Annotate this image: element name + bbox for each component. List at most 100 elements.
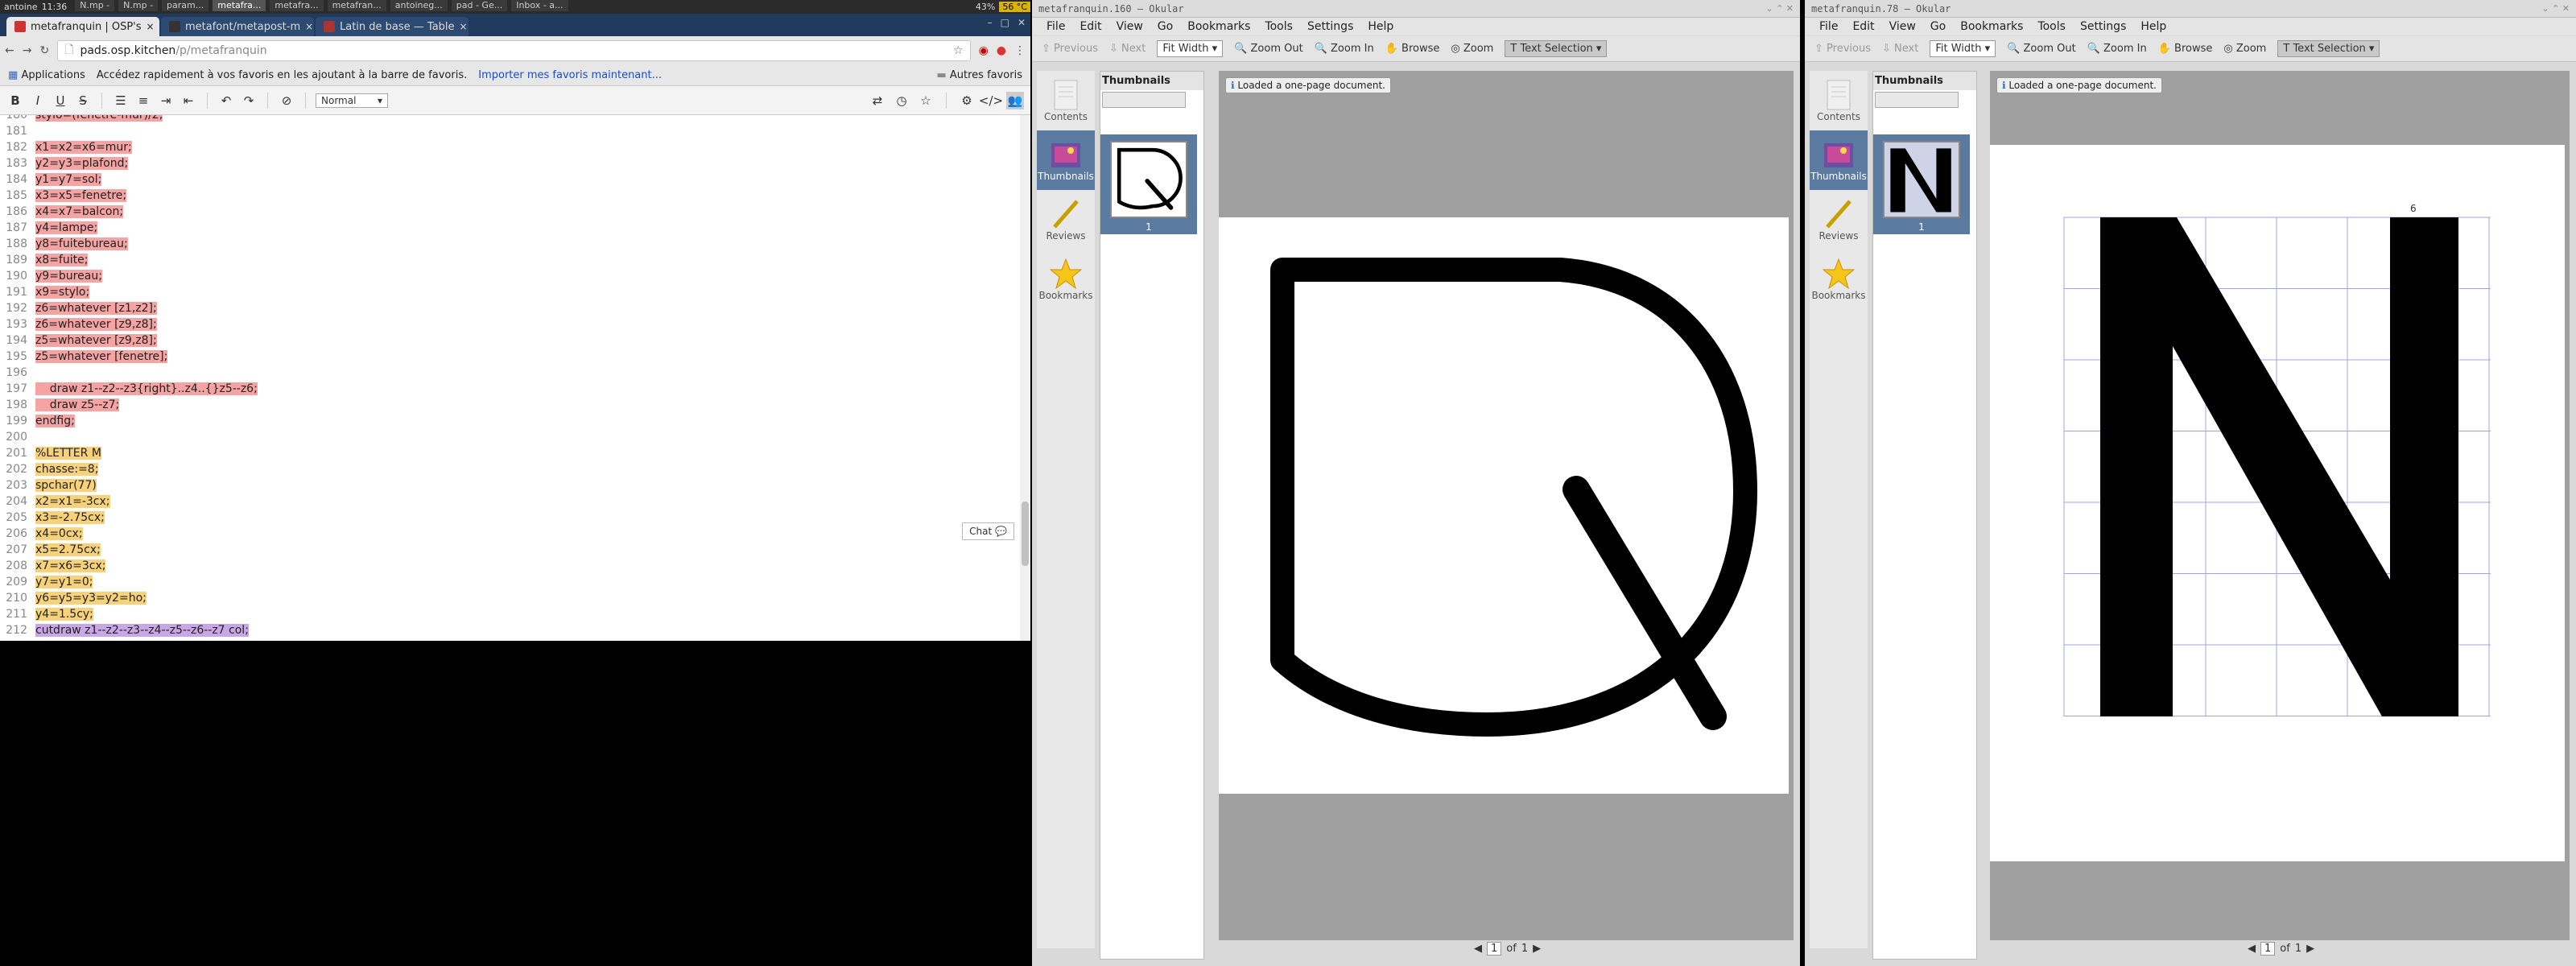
menu-item[interactable]: File — [1046, 20, 1065, 33]
taskbar-item[interactable]: antoineg... — [390, 0, 448, 11]
browser-tab[interactable]: metafranquin | OSP's × — [6, 17, 159, 36]
opera-icon[interactable]: ◉ — [979, 44, 989, 57]
menu-item[interactable]: Settings — [1307, 20, 1353, 33]
indent-icon[interactable]: ⇥ — [157, 92, 175, 109]
prev-page-icon[interactable]: ◀ — [2248, 943, 2256, 955]
taskbar-item[interactable]: N.mp - — [75, 0, 115, 11]
browse-button[interactable]: ✋ Browse — [1385, 43, 1440, 55]
zoom-tool-button[interactable]: ◎ Zoom — [1451, 43, 1493, 55]
code-line[interactable]: 197 draw z1--z2--z3{right}..z4..{}z5--z6… — [0, 381, 1020, 397]
strikethrough-button[interactable]: S — [74, 92, 92, 109]
redo-icon[interactable]: ↷ — [240, 92, 258, 109]
code-line[interactable]: 196 — [0, 365, 1020, 381]
clear-authorship-icon[interactable]: ⊘ — [278, 92, 295, 109]
menu-item[interactable]: View — [1889, 20, 1916, 33]
code-line[interactable]: 184 y1=y7=sol; — [0, 171, 1020, 188]
menu-icon[interactable]: ⋮ — [1014, 44, 1026, 57]
code-line[interactable]: 206 x4=0cx; — [0, 526, 1020, 542]
maximize-icon[interactable]: ⌃ — [1776, 3, 1783, 14]
document-view[interactable]: ℹ Loaded a one-page document. — [1219, 71, 1794, 940]
bold-button[interactable]: B — [6, 92, 24, 109]
timeslider-icon[interactable]: ◷ — [893, 92, 910, 109]
extension-icon[interactable]: ● — [997, 44, 1006, 57]
code-line[interactable]: 183 y2=y3=plafond; — [0, 155, 1020, 171]
taskbar-item[interactable]: Inbox - a... — [511, 0, 568, 11]
code-line[interactable]: 212 cutdraw z1--z2--z3--z4--z5--z6--z7 co… — [0, 622, 1020, 638]
code-line[interactable]: 209 y7=y1=0; — [0, 574, 1020, 590]
sidebar-item-reviews[interactable]: Reviews — [1037, 190, 1095, 250]
text-selection-button[interactable]: T Text Selection ▾ — [1505, 40, 1608, 57]
sidebar-item-contents[interactable]: Contents — [1810, 71, 1868, 130]
page-number-input[interactable]: 1 — [1487, 942, 1502, 956]
next-button[interactable]: ⇩ Next — [1109, 43, 1146, 55]
text-selection-button[interactable]: T Text Selection ▾ — [2277, 40, 2380, 57]
code-line[interactable]: 207 x5=2.75cx; — [0, 542, 1020, 558]
code-line[interactable]: 185 x3=x5=fenetre; — [0, 188, 1020, 204]
code-line[interactable]: 189 x8=fuite; — [0, 252, 1020, 268]
next-page-icon[interactable]: ▶ — [2306, 943, 2314, 955]
taskbar-item[interactable]: metafra... — [213, 0, 266, 11]
thumbnail-search-input[interactable] — [1875, 92, 1959, 108]
zoom-tool-button[interactable]: ◎ Zoom — [2223, 43, 2266, 55]
browse-button[interactable]: ✋ Browse — [2158, 43, 2213, 55]
tab-close-icon[interactable]: × — [147, 21, 155, 32]
pad-editor[interactable]: 180 stylo=(fenetre-mur)/2; 181 182 x1=x2=x6=… — [0, 115, 1020, 641]
zoom-out-button[interactable]: 🔍 Zoom Out — [1234, 43, 1303, 55]
browser-tab[interactable]: metafont/metapost-m × — [161, 17, 314, 36]
zoom-in-button[interactable]: 🔍 Zoom In — [1315, 43, 1374, 55]
taskbar-item[interactable]: param... — [162, 0, 209, 11]
code-line[interactable]: 210 y6=y5=y3=y2=ho; — [0, 590, 1020, 606]
code-line[interactable]: 201 %LETTER M — [0, 445, 1020, 461]
import-bookmarks-link[interactable]: Importer mes favoris maintenant... — [478, 69, 662, 81]
code-line[interactable]: 204 x2=x1=-3cx; — [0, 493, 1020, 510]
code-line[interactable]: 187 y4=lampe; — [0, 220, 1020, 236]
chat-button[interactable]: Chat 💬 — [962, 522, 1014, 540]
zoom-in-button[interactable]: 🔍 Zoom In — [2087, 43, 2147, 55]
tab-close-icon[interactable]: × — [305, 21, 313, 32]
browser-tab[interactable]: Latin de base — Table × — [316, 17, 469, 36]
editor-scrollbar[interactable] — [1020, 115, 1030, 641]
thumbnail-item[interactable]: 1 — [1873, 134, 1970, 234]
italic-button[interactable]: I — [29, 92, 47, 109]
import-export-icon[interactable]: ⇄ — [869, 92, 886, 109]
minimize-icon[interactable]: – — [988, 17, 993, 28]
apps-link[interactable]: ▦ Applications — [8, 69, 85, 81]
code-line[interactable]: 211 y4=1.5cy; — [0, 606, 1020, 622]
next-button[interactable]: ⇩ Next — [1882, 43, 1918, 55]
thumbnail-item[interactable]: 1 — [1100, 134, 1197, 234]
maximize-icon[interactable]: ⌃ — [2552, 3, 2559, 14]
sidebar-item-reviews[interactable]: Reviews — [1810, 190, 1868, 250]
menu-item[interactable]: Bookmarks — [1187, 20, 1250, 33]
menu-item[interactable]: Help — [2140, 20, 2166, 33]
maximize-icon[interactable]: □ — [1001, 17, 1009, 28]
next-page-icon[interactable]: ▶ — [1533, 943, 1541, 955]
code-line[interactable]: 203 spchar(77) — [0, 477, 1020, 493]
underline-button[interactable]: U — [52, 92, 69, 109]
close-icon[interactable]: ✕ — [1786, 3, 1794, 14]
previous-button[interactable]: ⇧ Previous — [1814, 43, 1871, 55]
address-bar[interactable]: 🗋 pads.osp.kitchen/p/metafranquin ☆ — [57, 40, 971, 61]
other-bookmarks[interactable]: ▬ Autres favoris — [936, 69, 1022, 81]
scrollbar-thumb[interactable] — [1022, 502, 1029, 566]
code-line[interactable]: 199 endfig; — [0, 413, 1020, 429]
menu-item[interactable]: Settings — [2080, 20, 2126, 33]
menu-item[interactable]: Edit — [1852, 20, 1874, 33]
star-icon[interactable]: ☆ — [953, 44, 964, 57]
code-line[interactable]: 205 x3=-2.75cx; — [0, 510, 1020, 526]
embed-icon[interactable]: </> — [979, 92, 1003, 109]
tab-close-icon[interactable]: × — [460, 21, 468, 32]
minimize-icon[interactable]: ⌄ — [1765, 3, 1773, 14]
code-line[interactable]: 190 y9=bureau; — [0, 268, 1020, 284]
code-line[interactable]: 192 z6=whatever [z1,z2]; — [0, 300, 1020, 316]
zoom-select[interactable]: Fit Width ▾ — [1930, 40, 1996, 57]
menu-item[interactable]: File — [1819, 20, 1838, 33]
code-line[interactable]: 195 z5=whatever [fenetre]; — [0, 349, 1020, 365]
sidebar-item-thumbnails[interactable]: Thumbnails — [1037, 130, 1095, 190]
forward-icon[interactable]: → — [23, 44, 32, 57]
close-icon[interactable]: ✕ — [1018, 17, 1026, 28]
style-select[interactable]: Normal ▾ — [316, 93, 388, 108]
zoom-out-button[interactable]: 🔍 Zoom Out — [2007, 43, 2076, 55]
settings-icon[interactable]: ⚙ — [958, 92, 976, 109]
saved-revision-star-icon[interactable]: ☆ — [917, 92, 935, 109]
close-icon[interactable]: ✕ — [2562, 3, 2570, 14]
